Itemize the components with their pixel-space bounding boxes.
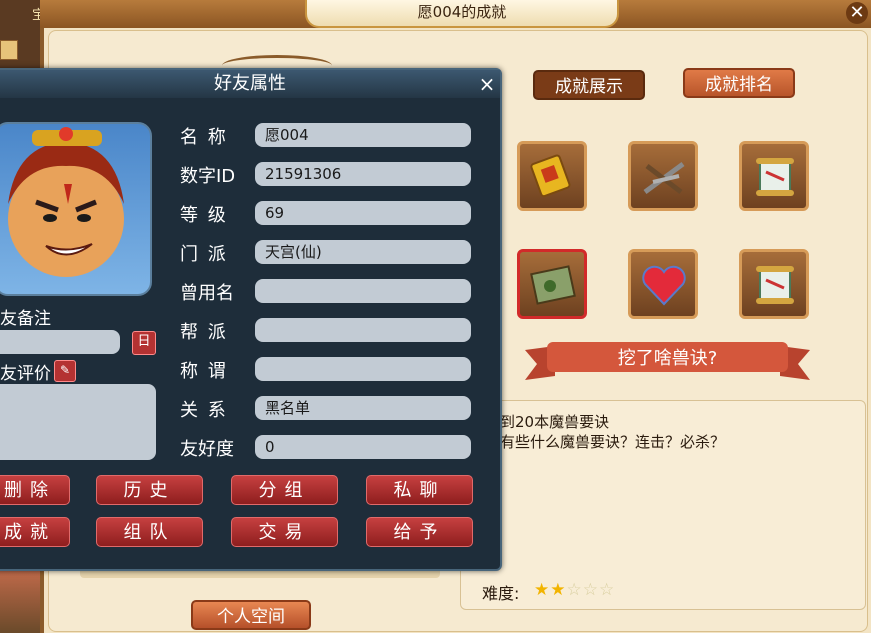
map-scroll-icon [530,265,576,305]
achievement-slot-tools[interactable] [628,141,698,211]
achievement-slot-map-selected[interactable] [517,249,587,319]
difficulty-label: 难度: [482,584,520,603]
achievement-window-title: 愿004的成就 [305,0,619,28]
history-button[interactable]: 历史 [96,475,203,505]
achievement-slot-scroll-1[interactable] [739,141,809,211]
scroll-icon [756,266,794,304]
selected-achievement-name: 挖了啥兽诀? [617,348,718,369]
name-label: 名 称 [180,127,228,148]
character-portrait-icon [8,127,124,277]
description-line-2: 有些什么魔兽要诀？连击？必杀？ [500,433,726,451]
private-chat-button[interactable]: 私聊 [366,475,473,505]
sect-label: 门 派 [180,244,228,265]
difficulty-stars: ★★☆☆☆ [534,580,615,600]
personal-space-button[interactable]: 个人空间 [191,600,311,630]
former-name-label: 曾用名 [180,283,234,304]
former-name-field [255,279,471,303]
achievement-slot-book[interactable] [517,141,587,211]
heart-icon [642,265,686,306]
tab-achievement-ranking[interactable]: 成就排名 [683,68,795,98]
sect-field: 天宫(仙) [255,240,471,264]
friendship-label: 友好度 [180,439,234,460]
star-icon: ★ [534,580,551,600]
star-empty-icon: ☆ [599,580,616,600]
save-icon: 日 [137,334,151,349]
team-button[interactable]: 组队 [96,517,203,547]
relation-label: 关 系 [180,400,228,421]
edit-evaluation-button[interactable]: ✎ [54,360,76,382]
achievement-close-button[interactable]: ✕ [846,2,868,24]
star-empty-icon: ☆ [566,580,583,600]
note-label: 友备注 [0,309,51,329]
tab-achievement-display[interactable]: 成就展示 [533,70,645,100]
evaluation-label: 友评价 [0,364,51,384]
title-field [255,357,471,381]
friend-panel-close-button[interactable]: × [476,73,498,95]
level-label: 等 级 [180,205,228,226]
guild-field [255,318,471,342]
friendship-field: 0 [255,435,471,459]
hud-arrow-button[interactable] [0,40,18,60]
evaluation-textarea[interactable] [0,384,156,460]
scroll-icon [756,158,794,196]
description-line-1: 到20本魔兽要诀 [500,413,610,431]
golden-book-icon [530,154,571,198]
title-label: 称 谓 [180,361,228,382]
delete-button[interactable]: 删除 [0,475,70,505]
friend-panel-title: 好友属性 [0,70,500,98]
star-icon: ★ [550,580,567,600]
digital-id-field: 21591306 [255,162,471,186]
tools-pile-icon [643,161,685,195]
digital-id-label: 数字ID [180,166,236,187]
level-field: 69 [255,201,471,225]
achievement-slot-scroll-2[interactable] [739,249,809,319]
achievement-button[interactable]: 成就 [0,517,70,547]
pencil-icon: ✎ [59,363,71,377]
save-note-button[interactable]: 日 [132,331,156,355]
achievement-slot-heart[interactable] [628,249,698,319]
name-field: 愿004 [255,123,471,147]
guild-label: 帮 派 [180,322,228,343]
hud-portrait-image [0,570,44,633]
group-button[interactable]: 分组 [231,475,338,505]
friend-avatar [0,122,152,296]
give-button[interactable]: 给予 [366,517,473,547]
relation-field: 黑名单 [255,396,471,420]
note-input[interactable] [0,330,120,354]
trade-button[interactable]: 交易 [231,517,338,547]
star-empty-icon: ☆ [582,580,599,600]
